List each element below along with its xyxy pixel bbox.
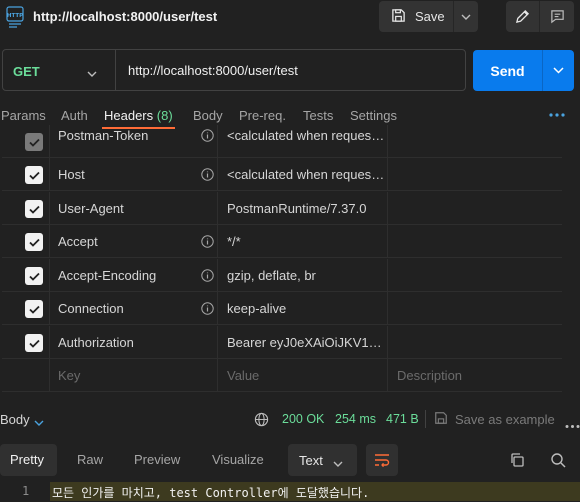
tab-raw[interactable]: Raw	[77, 452, 103, 467]
header-value[interactable]: */*	[227, 234, 387, 249]
header-checkbox[interactable]	[25, 233, 43, 251]
tab-auth[interactable]: Auth	[61, 108, 88, 123]
chevron-down-icon[interactable]	[34, 414, 44, 429]
header-checkbox[interactable]	[25, 300, 43, 318]
tab-params[interactable]: Params	[1, 108, 46, 123]
tab-headers[interactable]: Headers (8)	[104, 108, 173, 123]
more-options-icon[interactable]	[549, 108, 565, 123]
info-icon[interactable]	[201, 302, 214, 315]
top-bar: HTTP http://localhost:8000/user/test Sav…	[0, 0, 580, 36]
header-key[interactable]: Authorization	[58, 335, 134, 350]
info-icon[interactable]	[201, 235, 214, 248]
request-tab-title[interactable]: http://localhost:8000/user/test	[33, 9, 217, 24]
header-value[interactable]: Bearer eyJ0eXAiOiJKV1Q...	[227, 335, 387, 350]
header-checkbox[interactable]	[25, 334, 43, 352]
header-value[interactable]: gzip, deflate, br	[227, 268, 387, 283]
header-value[interactable]: PostmanRuntime/7.37.0	[227, 201, 387, 216]
table-row: Authorization Bearer eyJ0eXAiOiJKV1Q...	[2, 326, 562, 359]
tab-pre-request[interactable]: Pre-req.	[239, 108, 286, 123]
save-options-chevron-down-icon[interactable]	[454, 1, 478, 32]
tab-settings[interactable]: Settings	[350, 108, 397, 123]
copy-icon[interactable]	[509, 452, 525, 471]
save-button[interactable]: Save	[379, 1, 453, 32]
url-input[interactable]: http://localhost:8000/user/test	[128, 63, 298, 78]
header-key[interactable]: Accept-Encoding	[58, 268, 156, 283]
info-icon[interactable]	[201, 129, 214, 142]
response-time[interactable]: 254 ms	[335, 412, 376, 426]
globe-icon[interactable]	[254, 412, 269, 430]
header-value[interactable]: <calculated when request is sent>	[227, 167, 387, 182]
tab-headers-label: Headers	[104, 108, 154, 123]
header-checkbox[interactable]	[25, 267, 43, 285]
table-row: Host <calculated when request is sent>	[2, 158, 562, 191]
header-value[interactable]: keep-alive	[227, 301, 387, 316]
table-row: Connection keep-alive	[2, 292, 562, 325]
more-options-icon[interactable]	[565, 417, 580, 432]
send-button[interactable]: Send	[473, 50, 542, 91]
svg-text:HTTP: HTTP	[7, 13, 23, 19]
header-checkbox[interactable]	[25, 200, 43, 218]
wrap-lines-icon[interactable]	[366, 444, 398, 476]
info-icon[interactable]	[201, 168, 214, 181]
divider	[115, 50, 116, 90]
http-request-icon: HTTP	[6, 6, 24, 28]
table-row: User-Agent PostmanRuntime/7.37.0	[2, 192, 562, 225]
table-row-new: Key Value Description	[2, 359, 562, 392]
tab-visualize[interactable]: Visualize	[212, 452, 264, 467]
header-checkbox[interactable]	[25, 133, 43, 151]
table-row: Postman-Token <calculated when request i…	[2, 125, 562, 158]
save-as-example-button[interactable]: Save as example	[434, 411, 555, 428]
line-number: 1	[22, 484, 30, 498]
table-row: Accept */*	[2, 225, 562, 258]
headers-count-badge: (8)	[156, 108, 173, 123]
chevron-down-icon[interactable]	[87, 65, 97, 80]
divider	[425, 410, 426, 428]
toolbar-icon-group	[506, 1, 574, 32]
header-key[interactable]: Connection	[58, 301, 124, 316]
headers-table: Postman-Token <calculated when request i…	[2, 125, 562, 392]
header-key[interactable]: Accept	[58, 234, 98, 249]
save-label: Save	[415, 9, 445, 24]
edit-pencil-icon[interactable]	[506, 1, 539, 32]
tab-pretty[interactable]: Pretty	[10, 452, 44, 467]
format-select[interactable]: Text	[288, 444, 357, 476]
save-as-example-label: Save as example	[455, 412, 555, 427]
response-size[interactable]: 471 B	[386, 412, 419, 426]
header-key[interactable]: User-Agent	[58, 201, 124, 216]
request-url-bar: GET http://localhost:8000/user/test	[2, 49, 466, 91]
format-label: Text	[299, 453, 323, 468]
comments-icon[interactable]	[540, 1, 574, 32]
info-icon[interactable]	[201, 269, 214, 282]
value-input[interactable]: Value	[227, 368, 387, 383]
response-body-text[interactable]: 모든 인가를 마치고, test Controller에 도달했습니다.	[52, 484, 369, 501]
http-method-select[interactable]: GET	[13, 64, 40, 79]
tab-preview[interactable]: Preview	[134, 452, 180, 467]
tab-body[interactable]: Body	[193, 108, 223, 123]
header-key[interactable]: Postman-Token	[58, 128, 148, 143]
key-input[interactable]: Key	[58, 368, 80, 383]
header-key[interactable]: Host	[58, 167, 85, 182]
save-button-group: Save	[379, 1, 478, 32]
status-code[interactable]: 200 OK	[282, 412, 324, 426]
send-button-group: Send	[473, 50, 574, 91]
description-input[interactable]: Description	[397, 368, 557, 383]
save-icon	[434, 411, 448, 428]
chevron-down-icon	[333, 455, 343, 470]
header-value[interactable]: <calculated when request is sent>	[227, 128, 387, 143]
tab-tests[interactable]: Tests	[303, 108, 333, 123]
send-options-chevron-down-icon[interactable]	[543, 50, 574, 91]
save-icon	[391, 8, 406, 26]
search-icon[interactable]	[550, 452, 566, 471]
header-checkbox[interactable]	[25, 166, 43, 184]
response-body-toggle[interactable]: Body	[0, 412, 30, 427]
table-row: Accept-Encoding gzip, deflate, br	[2, 259, 562, 292]
